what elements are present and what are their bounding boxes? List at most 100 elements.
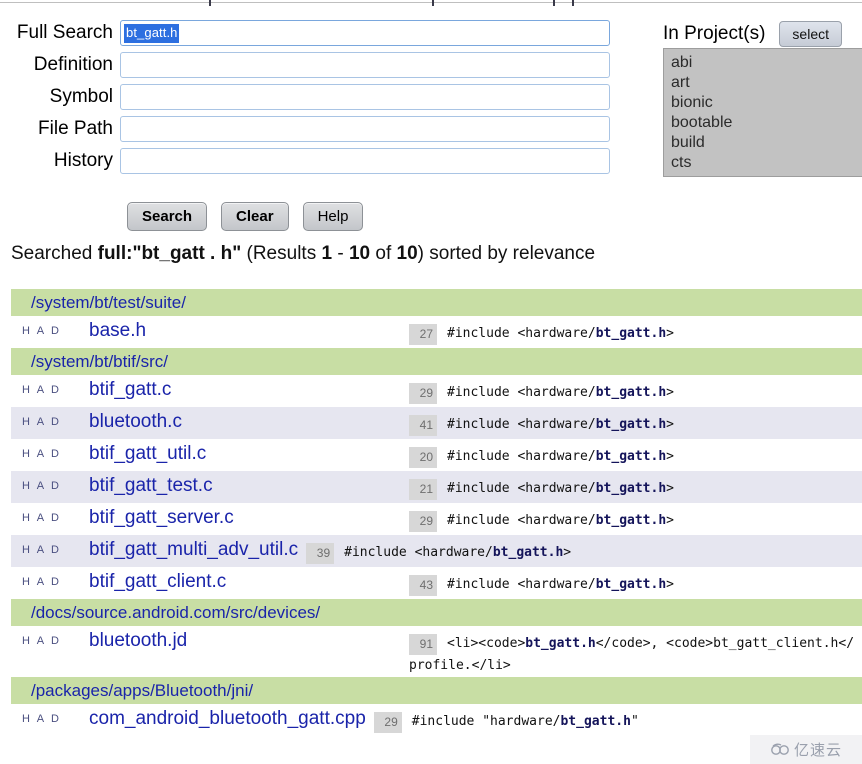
- snippet-match: bt_gatt.h: [492, 545, 564, 560]
- file-link[interactable]: bluetooth.c: [79, 407, 409, 433]
- snippet-code: #include <hardware/bt_gatt.h>: [447, 415, 674, 434]
- top-glyph-tick-2: [432, 0, 434, 6]
- symbol-label: Symbol: [49, 86, 113, 107]
- field-row-full-search: Full Search bt_gatt.h: [0, 18, 610, 48]
- directory-link[interactable]: /system/bt/test/suite/: [31, 293, 186, 313]
- directory-header-row: /docs/source.android.com/src/devices/: [11, 599, 862, 626]
- definition-input[interactable]: [120, 52, 610, 78]
- field-row-file-path: File Path: [0, 114, 610, 144]
- full-search-label: Full Search: [16, 22, 113, 43]
- result-row: H A Dbtif_gatt_multi_adv_util.c 39 #includ…: [11, 535, 862, 567]
- snippet-prefix: #include <hardware/: [447, 481, 596, 496]
- definition-label: Definition: [33, 54, 113, 75]
- row-actions-had[interactable]: H A D: [11, 704, 79, 725]
- snippet-match: bt_gatt.h: [595, 417, 667, 432]
- results-count-open: (Results: [241, 243, 322, 264]
- results-total: 10: [396, 243, 418, 264]
- cloud-logo-icon: [771, 743, 789, 755]
- file-link[interactable]: btif_gatt_multi_adv_util.c: [79, 535, 306, 561]
- row-actions-had[interactable]: H A D: [11, 407, 79, 428]
- directory-link[interactable]: /docs/source.android.com/src/devices/: [31, 603, 320, 623]
- search-button[interactable]: Search: [127, 202, 208, 231]
- result-row: H A Dbtif_gatt_test.c 21 #include <hardwar…: [11, 471, 862, 503]
- line-number[interactable]: 91: [409, 634, 437, 655]
- directory-link[interactable]: /packages/apps/Bluetooth/jni/: [31, 681, 253, 701]
- row-actions-had[interactable]: H A D: [11, 471, 79, 492]
- projects-label: In Project(s): [663, 23, 766, 44]
- directory-header-row: /system/bt/test/suite/: [11, 289, 862, 316]
- snippet-line: 20 #include <hardware/bt_gatt.h>: [409, 447, 862, 468]
- file-link[interactable]: btif_gatt_client.c: [79, 567, 409, 593]
- snippet-match: bt_gatt.h: [595, 326, 667, 341]
- full-search-input[interactable]: bt_gatt.h: [120, 20, 610, 46]
- snippet-code: #include <hardware/bt_gatt.h>: [447, 575, 674, 594]
- file-path-input[interactable]: [120, 116, 610, 142]
- line-number[interactable]: 27: [409, 324, 437, 345]
- top-divider: [0, 2, 862, 3]
- results-summary: Searched full:"bt_gatt . h" (Results 1 -…: [11, 243, 595, 265]
- snippet-prefix: #include <hardware/: [447, 577, 596, 592]
- line-number[interactable]: 41: [409, 415, 437, 436]
- line-number[interactable]: 29: [409, 511, 437, 532]
- snippet-continuation: profile.</li>: [409, 658, 511, 673]
- file-link[interactable]: bluetooth.jd: [79, 626, 409, 652]
- project-option-build[interactable]: build: [671, 133, 862, 153]
- project-option-abi[interactable]: abi: [671, 53, 862, 73]
- project-option-bootable[interactable]: bootable: [671, 113, 862, 133]
- result-row: H A Dbase.h 27 #include <hardware/bt_gatt.…: [11, 316, 862, 348]
- snippet-match: bt_gatt.h: [560, 714, 631, 729]
- file-link[interactable]: btif_gatt.c: [79, 375, 409, 401]
- snippet-prefix: #include <hardware/: [447, 449, 596, 464]
- snippet-line: 29 #include "hardware/bt_gatt.h": [373, 712, 862, 733]
- file-link[interactable]: btif_gatt_server.c: [79, 503, 409, 529]
- snippet-line: 39 #include <hardware/bt_gatt.h>: [306, 543, 862, 564]
- snippet-code: #include <hardware/bt_gatt.h>: [447, 511, 674, 530]
- row-actions-had[interactable]: H A D: [11, 375, 79, 396]
- file-link[interactable]: base.h: [79, 316, 409, 342]
- top-glyph-tick-4: [572, 0, 574, 6]
- snippet-container: 39 #include <hardware/bt_gatt.h>: [306, 535, 862, 564]
- file-link[interactable]: btif_gatt_test.c: [79, 471, 409, 497]
- clear-button[interactable]: Clear: [221, 202, 289, 231]
- line-number[interactable]: 29: [373, 712, 402, 733]
- line-number[interactable]: 29: [409, 383, 437, 404]
- directory-link[interactable]: /system/bt/btif/src/: [31, 352, 168, 372]
- line-number[interactable]: 20: [409, 447, 437, 468]
- snippet-line: 43 #include <hardware/bt_gatt.h>: [409, 575, 862, 596]
- help-button[interactable]: Help: [302, 202, 364, 231]
- snippet-suffix: >: [666, 513, 674, 528]
- project-option-bionic[interactable]: bionic: [671, 93, 862, 113]
- result-row: H A Dbtif_gatt.c 29 #include <hardware/bt_…: [11, 375, 862, 407]
- row-actions-had[interactable]: H A D: [11, 626, 79, 647]
- file-link[interactable]: com_android_bluetooth_gatt.cpp: [79, 704, 374, 730]
- row-actions-had[interactable]: H A D: [11, 503, 79, 524]
- projects-listbox[interactable]: abi art bionic bootable build cts: [663, 48, 862, 177]
- top-glyph-tick-3: [553, 0, 555, 6]
- file-link[interactable]: btif_gatt_util.c: [79, 439, 409, 465]
- project-option-art[interactable]: art: [671, 73, 862, 93]
- snippet-container: 29 #include "hardware/bt_gatt.h": [373, 704, 862, 733]
- snippet-container: 21 #include <hardware/bt_gatt.h>: [409, 471, 862, 500]
- row-actions-had[interactable]: H A D: [11, 439, 79, 460]
- project-option-cts[interactable]: cts: [671, 153, 862, 173]
- projects-header: In Project(s) select: [663, 21, 842, 47]
- snippet-code: #include <hardware/bt_gatt.h>: [447, 324, 674, 343]
- snippet-prefix: #include <hardware/: [447, 326, 596, 341]
- line-number[interactable]: 39: [306, 543, 335, 564]
- history-label: History: [53, 150, 113, 171]
- row-actions-had[interactable]: H A D: [11, 316, 79, 337]
- symbol-input[interactable]: [120, 84, 610, 110]
- results-query: full:"bt_gatt . h": [97, 243, 242, 264]
- row-actions-had[interactable]: H A D: [11, 535, 79, 556]
- snippet-match: bt_gatt.h: [595, 577, 667, 592]
- results-dash: -: [332, 243, 349, 264]
- snippet-suffix: >: [666, 417, 674, 432]
- snippet-prefix: #include <hardware/: [447, 513, 596, 528]
- line-number[interactable]: 21: [409, 479, 437, 500]
- row-actions-had[interactable]: H A D: [11, 567, 79, 588]
- line-number[interactable]: 43: [409, 575, 437, 596]
- snippet-code: #include <hardware/bt_gatt.h>: [447, 447, 674, 466]
- history-input[interactable]: [120, 148, 610, 174]
- projects-select-button[interactable]: select: [779, 21, 842, 47]
- snippet-line: 27 #include <hardware/bt_gatt.h>: [409, 324, 862, 345]
